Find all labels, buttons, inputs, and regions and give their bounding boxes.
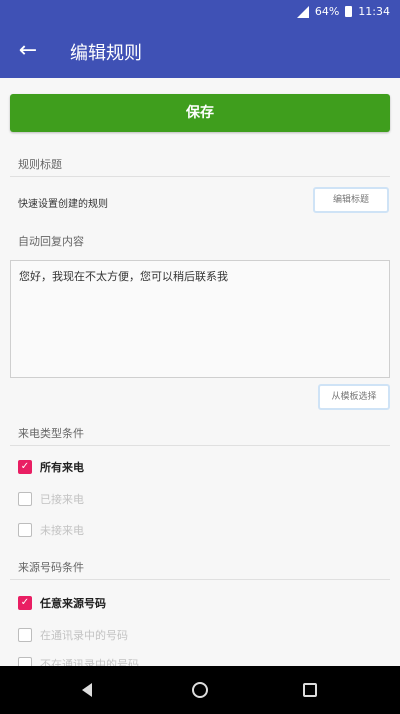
checkbox-icon[interactable] xyxy=(18,523,32,537)
option-label: 任意来源号码 xyxy=(40,597,106,610)
divider xyxy=(10,579,390,580)
call-type-all-option[interactable]: ✓ 所有来电 xyxy=(18,459,84,475)
checkbox-icon[interactable] xyxy=(18,492,32,506)
call-type-answered-option[interactable]: 已接来电 xyxy=(18,491,84,507)
auto-reply-textarea[interactable]: 您好，我现在不太方便，您可以稍后联系我 xyxy=(10,260,390,378)
nav-back-icon[interactable] xyxy=(82,683,92,697)
choose-template-button[interactable]: 从模板选择 xyxy=(318,384,390,410)
app-bar: ← 编辑规则 xyxy=(0,24,400,78)
source-number-label: 来源号码条件 xyxy=(18,561,84,574)
auto-reply-label: 自动回复内容 xyxy=(18,235,84,248)
back-arrow-icon[interactable]: ← xyxy=(14,37,42,65)
call-type-missed-option[interactable]: 未接来电 xyxy=(18,522,84,538)
divider xyxy=(10,176,390,177)
nav-recents-icon[interactable] xyxy=(303,683,317,697)
battery-icon xyxy=(345,6,353,17)
source-contacts-option[interactable]: 在通讯录中的号码 xyxy=(18,627,128,643)
option-label: 在通讯录中的号码 xyxy=(40,629,128,642)
call-type-label: 来电类型条件 xyxy=(18,427,84,440)
clock: 11:34 xyxy=(358,5,390,18)
status-bar: 64% 11:34 xyxy=(0,0,400,24)
option-label: 已接来电 xyxy=(40,493,84,506)
option-label: 所有来电 xyxy=(40,461,84,474)
system-nav-bar xyxy=(0,666,400,714)
checkbox-checked-icon[interactable]: ✓ xyxy=(18,460,32,474)
divider xyxy=(10,445,390,446)
rule-title-label: 规则标题 xyxy=(18,158,62,171)
edit-title-button[interactable]: 编辑标题 xyxy=(313,187,389,213)
rule-title-value: 快速设置创建的规则 xyxy=(18,199,108,210)
option-label: 未接来电 xyxy=(40,524,84,537)
checkbox-checked-icon[interactable]: ✓ xyxy=(18,596,32,610)
battery-percent: 64% xyxy=(314,5,340,18)
signal-icon xyxy=(296,5,309,18)
source-any-option[interactable]: ✓ 任意来源号码 xyxy=(18,595,106,611)
nav-home-icon[interactable] xyxy=(192,682,208,698)
page-title: 编辑规则 xyxy=(70,43,142,64)
checkbox-icon[interactable] xyxy=(18,628,32,642)
save-button[interactable]: 保存 xyxy=(10,94,390,132)
